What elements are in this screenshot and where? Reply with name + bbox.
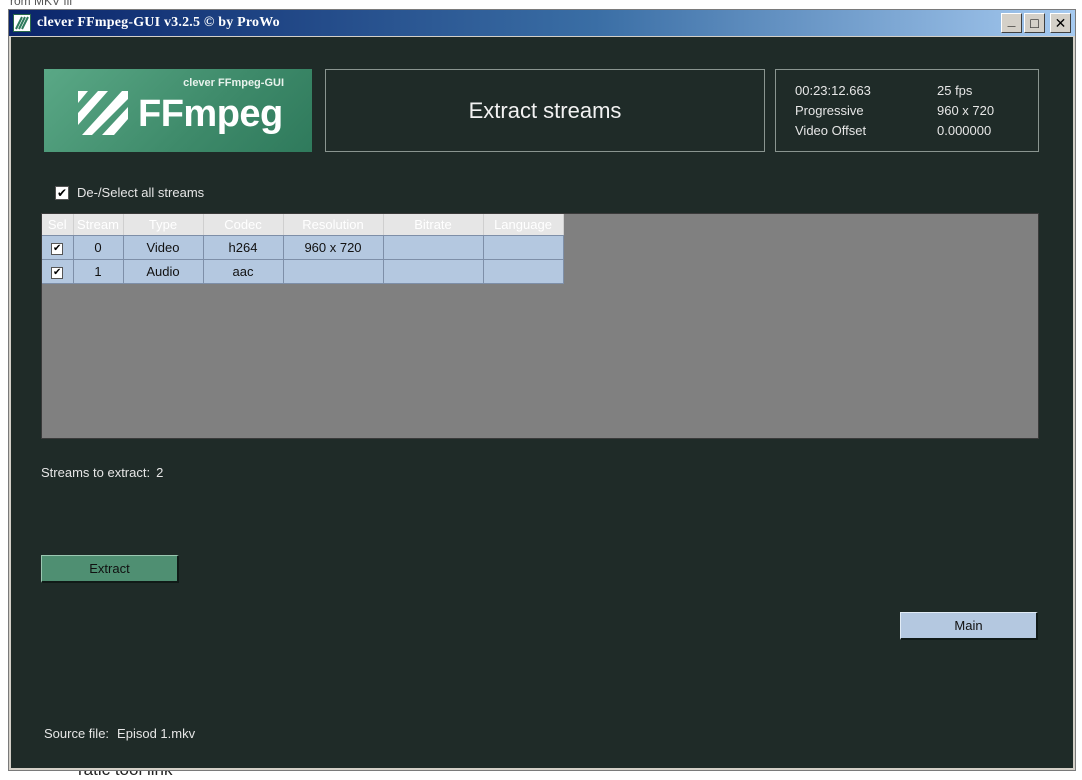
extract-button[interactable]: Extract [41,555,179,583]
streams-table: Sel Stream Type Codec Resolution Bitrate… [42,214,564,284]
window-title: clever FFmpeg-GUI v3.2.5 © by ProWo [37,15,280,30]
table-row[interactable]: ✔ 0 Video h264 960 x 720 [42,235,564,260]
column-header-language[interactable]: Language [483,214,564,236]
video-offset-value: 0.000000 [937,123,992,138]
app-icon [13,14,31,32]
minimize-icon: _ [1007,12,1016,28]
column-header-bitrate[interactable]: Bitrate [383,214,484,236]
maximize-icon: □ [1030,15,1039,31]
source-file-label: Source file: [44,726,110,741]
row-select-cell[interactable]: ✔ [42,235,74,260]
streams-to-extract: Streams to extract: 2 [41,465,163,480]
row-select-cell[interactable]: ✔ [42,259,74,284]
video-offset-label: Video Offset [795,123,867,138]
check-icon: ✔ [56,185,68,200]
select-all-label: De-/Select all streams [77,185,205,200]
stream-type-cell: Audio [123,259,204,284]
column-header-stream[interactable]: Stream [73,214,124,236]
column-header-sel[interactable]: Sel [42,214,74,236]
resolution-value: 960 x 720 [937,103,995,118]
streams-table-area[interactable]: Sel Stream Type Codec Resolution Bitrate… [41,213,1039,439]
scan-type-value: Progressive [795,103,864,118]
ffmpeg-logo: clever FFmpeg-GUI FFmpeg [44,69,312,152]
main-button[interactable]: Main [900,612,1038,640]
table-header-row: Sel Stream Type Codec Resolution Bitrate… [42,214,564,236]
fps-value: 25 fps [937,83,973,98]
streams-to-extract-label: Streams to extract: [41,465,151,480]
client-area: clever FFmpeg-GUI FFmpeg Extract streams… [11,37,1073,768]
column-header-resolution[interactable]: Resolution [283,214,384,236]
row-select-checkbox[interactable]: ✔ [51,243,64,255]
maximize-button[interactable]: □ [1024,13,1045,33]
stream-index-cell: 1 [73,259,124,284]
logo-subtitle: clever FFmpeg-GUI [183,77,284,89]
page-title: Extract streams [468,97,622,123]
close-icon: ✕ [1054,15,1067,31]
stream-resolution-cell: 960 x 720 [283,235,384,260]
table-row[interactable]: ✔ 1 Audio aac [42,259,564,284]
logo-wordmark: FFmpeg [138,93,283,135]
stream-bitrate-cell [383,259,484,284]
source-file-value: Episod 1.mkv [117,726,196,741]
stream-bitrate-cell [383,235,484,260]
stream-index-cell: 0 [73,235,124,260]
title-bar[interactable]: clever FFmpeg-GUI v3.2.5 © by ProWo _ □ … [9,10,1075,36]
column-header-codec[interactable]: Codec [203,214,284,236]
stream-codec-cell: h264 [203,235,284,260]
page-title-panel: Extract streams [325,69,765,152]
ffmpeg-logo-icon [78,91,128,135]
check-icon: ✔ [53,267,62,278]
background-page-fragment-top: rom MKV fil [10,0,73,8]
column-header-type[interactable]: Type [123,214,204,236]
select-all-checkbox[interactable]: ✔ [55,185,69,200]
stream-language-cell [483,259,564,284]
check-icon: ✔ [53,243,62,254]
stream-language-cell [483,235,564,260]
duration-value: 00:23:12.663 [795,83,871,98]
stream-codec-cell: aac [203,259,284,284]
streams-to-extract-count: 2 [156,465,164,480]
stream-resolution-cell [283,259,384,284]
stream-type-cell: Video [123,235,204,260]
close-button[interactable]: ✕ [1050,13,1071,33]
source-file: Source file: Episod 1.mkv [44,726,195,741]
minimize-button[interactable]: _ [1001,13,1022,33]
row-select-checkbox[interactable]: ✔ [51,267,64,279]
app-window: clever FFmpeg-GUI v3.2.5 © by ProWo _ □ … [8,9,1076,771]
media-info-panel: 00:23:12.663 25 fps Progressive 960 x 72… [775,69,1039,152]
select-all-streams[interactable]: ✔ De-/Select all streams [55,185,204,200]
